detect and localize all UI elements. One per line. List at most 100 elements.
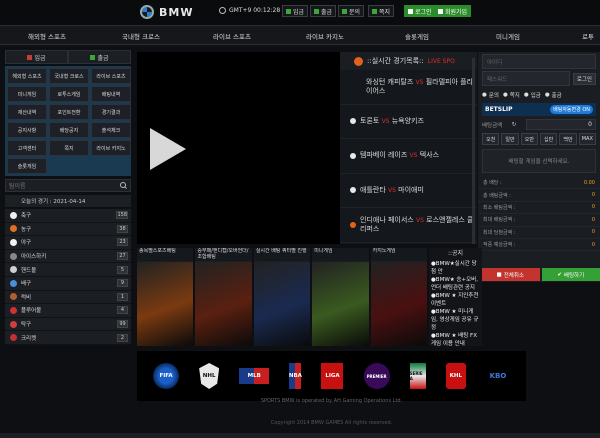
betslip-title: BETSLIP [485,106,513,113]
notice-item[interactable]: ●BMW ★ 미니게임, 영상게임 공유 규정 [429,308,482,332]
sport-item[interactable]: 야구 23 [5,236,131,250]
betslip-header: BETSLIP 배팅자동변경 ON [482,103,596,116]
sidebar-item-results[interactable]: 경기결과 [91,104,131,120]
sidebar-withdraw-button[interactable]: 출금 [68,50,131,64]
sport-item[interactable]: 농구 38 [5,222,131,237]
home-team: 애틀란타 [360,185,386,194]
inquiry-top-button[interactable]: 문의 [338,5,365,17]
bet-amount-input[interactable]: 0 [525,119,596,130]
notice-item[interactable]: ●BMW ★ 배팅 FX 게임 이용 안내 [429,332,482,346]
message-top-button[interactable]: 쪽지 [368,5,395,17]
password-input[interactable]: 패스워드 [482,71,570,86]
withdraw-top-button[interactable]: 출금 [310,5,337,17]
sidebar-deposit-button[interactable]: 입금 [5,50,68,64]
nav-lotus[interactable]: 로투 [582,31,594,41]
live-match-row[interactable]: 애틀란타 VS 마이애미 [340,174,477,208]
sport-label: 야구 [21,240,32,247]
sidebar-item-point-convert[interactable]: 포인트전환 [49,104,89,120]
sidebar-item-lotus-game[interactable]: 로투스게임 [49,86,89,102]
live-match-title: ::실시간 경기목록:: [367,57,424,65]
game-card[interactable]: 승무패/핸디캡/오버언더/조합배팅 [195,248,252,346]
game-card[interactable]: 카지노게임 [370,248,428,346]
nav-overseas-sports[interactable]: 해외형 스포츠 [28,31,66,41]
sidebar-item-attendance[interactable]: 출석체크 [91,122,131,138]
chip-5000[interactable]: 오천 [482,133,500,145]
nav-live-casino[interactable]: 라이브 카지노 [306,31,344,41]
search-icon[interactable] [120,182,127,189]
horizontal-scrollbar[interactable] [0,433,600,438]
cancel-all-button[interactable]: ■ 전체취소 [481,268,540,281]
sport-item[interactable]: 플루어볼 4 [5,304,131,318]
sidebar-item-messages[interactable]: 쪽지 [49,140,89,156]
sidebar-item-overseas-sports[interactable]: 해외형 스포츠 [7,68,47,84]
nav-slot-game[interactable]: 슬롯게임 [405,31,429,41]
chip-10000[interactable]: 일만 [501,133,519,145]
live-match-row[interactable]: 템파베이 레이즈 VS 텍사스 [340,139,477,174]
sidebar-item-odds-notice[interactable]: 배당공지 [49,122,89,138]
tab-message[interactable]: ● 쪽지 [503,91,520,99]
nav-mini-game[interactable]: 미니게임 [496,31,520,41]
notice-item[interactable]: ●BMW ★ 지인추천 이벤트 [429,292,482,308]
notice-title: ::공지 [447,250,464,257]
info-value: 0 [591,192,595,199]
chip-100000[interactable]: 십만 [539,133,558,145]
tab-withdraw[interactable]: ● 출금 [545,91,562,99]
tab-deposit[interactable]: ● 입금 [524,91,541,99]
notice-item[interactable]: ●BMW★ 승+오버,언더 배팅관련 공지 [429,276,482,292]
sidebar-item-bet-history[interactable]: 배팅내역 [91,86,131,102]
sport-name: 탁구 [10,320,31,328]
sport-item[interactable]: 럭비 1 [5,290,131,305]
sport-item[interactable]: 탁구 99 [5,317,131,332]
game-card[interactable]: 실시간 배팅 쿼터별 진행 [253,248,311,346]
sidebar-item-slot-game[interactable]: 슬롯게임 [7,158,47,174]
sidebar-item-live-sports[interactable]: 라이브 스포츠 [91,68,131,84]
game-card[interactable]: 종목별스포츠배팅 [137,248,194,346]
live-match-list: 와싱턴 캐피탈즈 VS 필라델피아 플라이어스 토론토 VS 뉴욕양키즈 템파베이 … [340,70,477,243]
sport-name: 배구 [10,279,31,287]
signup-top-button[interactable]: 회원가입 [434,5,472,17]
sidebar-item-notices[interactable]: 공지사항 [7,122,47,138]
premier-league-logo-icon: PREMIER [363,363,390,389]
live-match-row[interactable]: 와싱턴 캐피탈즈 VS 필라델피아 플라이어스 [340,70,477,105]
sidebar-item-minigame[interactable]: 미니게임 [7,86,47,102]
password-row: 패스워드 로그인 [482,71,596,86]
sport-item[interactable]: 배구 9 [5,276,131,291]
betslip-tabs: ● 문의 ● 쪽지 ● 입금 ● 출금 [478,89,600,101]
live-list-scrollbar[interactable] [472,58,475,244]
nav-domestic-cross[interactable]: 국내형 크로스 [122,31,160,41]
brand-logo[interactable]: BMW [140,5,193,19]
vs-label: VS [415,78,424,86]
play-icon[interactable] [150,128,186,170]
sport-name: 크리켓 [10,334,36,342]
team-search-input[interactable]: 팀이름 [5,179,131,192]
chip-1000000[interactable]: 백만 [559,133,577,145]
live-match-row[interactable]: 토론토 VS 뉴욕양키즈 [340,105,477,139]
refresh-icon[interactable]: ↻ [512,122,517,128]
game-card[interactable]: 미니게임 [312,248,369,346]
place-bet-button[interactable]: ✔ 배팅하기 [541,268,600,281]
sidebar-item-live-casino[interactable]: 라이브 카지노 [91,140,131,156]
live-match-row[interactable]: 인디애나 페이서스 VS 로스앤젤레스 클리퍼스 [340,208,477,243]
deposit-top-button[interactable]: 입금 [282,5,309,17]
auto-change-toggle[interactable]: 배팅자동변경 ON [550,105,593,114]
tab-inquiry[interactable]: ● 문의 [482,91,499,99]
chip-max[interactable]: MAX [578,133,596,145]
sport-item[interactable]: 핸드볼 5 [5,263,131,277]
login-top-button[interactable]: 로그인 [404,5,436,17]
sport-item[interactable]: 축구 158 [5,209,131,223]
sport-item[interactable]: 아이스하키 27 [5,249,131,264]
match-teams: 애틀란타 VS 마이애미 [360,186,424,195]
sport-list: 축구 158 농구 38 야구 23 아이스하키 27 핸드볼 5 배구 9 럭비 1 플루어볼 4 탁구 99 크… [5,209,131,345]
notice-item[interactable]: ●BMW★실시간 당첨 안 [429,260,482,276]
id-input[interactable]: 아이디 [482,54,596,69]
notice-panel: ::공지 ●BMW★실시간 당첨 안 ●BMW★ 승+오버,언더 배팅관련 공지 ●… [429,248,482,346]
game-card-title: 승무패/핸디캡/오버언더/조합배팅 [195,248,252,261]
sidebar-item-money-history[interactable]: 재산내역 [7,104,47,120]
nav-live-sports[interactable]: 라이브 스포츠 [213,31,251,41]
sport-item[interactable]: 크리켓 2 [5,331,131,345]
game-card-image [312,262,369,346]
sidebar-item-domestic-cross[interactable]: 국내형 크로스 [49,68,89,84]
sidebar-item-support[interactable]: 고객센터 [7,140,47,156]
login-button[interactable]: 로그인 [572,72,596,85]
chip-50000[interactable]: 오만 [520,133,538,145]
